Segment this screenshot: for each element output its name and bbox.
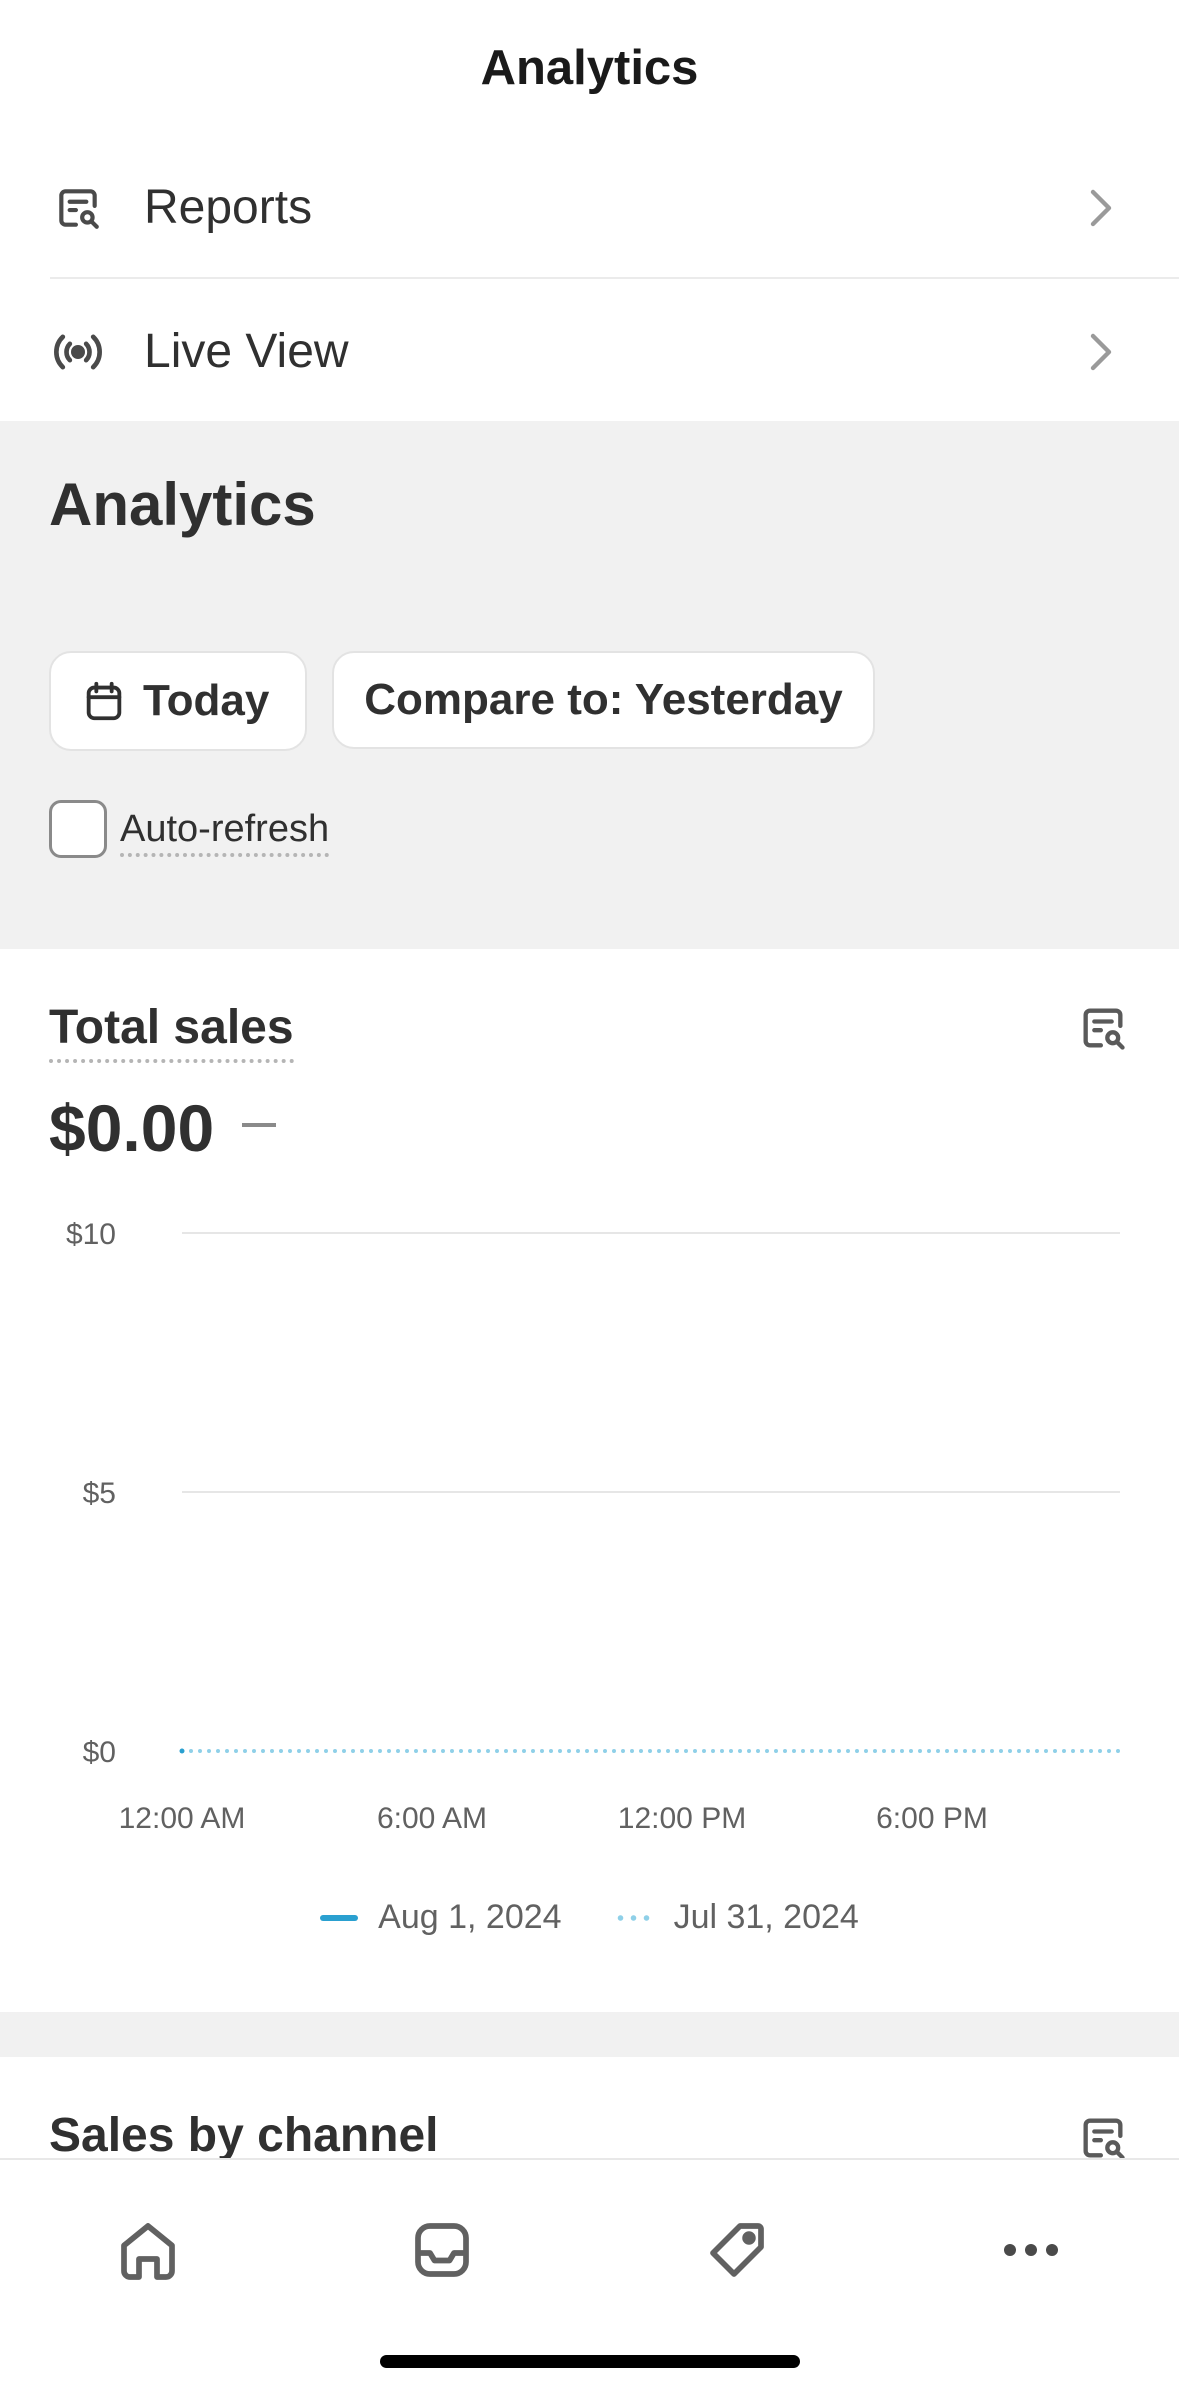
report-search-icon[interactable] [1077, 1002, 1129, 1054]
date-range-label: Today [143, 676, 270, 725]
legend-swatch-dotted [613, 1914, 654, 1921]
legend-swatch-solid [320, 1914, 359, 1921]
section-gap [0, 2012, 1179, 2057]
home-icon [121, 2223, 175, 2280]
nav-item-reports[interactable]: Reports [0, 135, 1179, 280]
x-tick-label: 12:00 AM [119, 1802, 246, 1835]
tab-more[interactable] [991, 2210, 1071, 2290]
home-indicator [380, 2355, 800, 2368]
report-search-icon[interactable] [1077, 2112, 1129, 2164]
page-header: Analytics [0, 0, 1179, 135]
tag-icon [710, 2223, 764, 2277]
tab-home[interactable] [108, 2210, 188, 2290]
y-tick-label: $0 [83, 1736, 116, 1769]
change-indicator [242, 1123, 276, 1127]
compare-label: Compare to: Yesterday [364, 675, 843, 724]
nav-item-live-view[interactable]: Live View [0, 279, 1179, 424]
total-sales-chart: $10 $5 $012:00 AM 6:00 AM 12:00 PM 6:00 PM [66, 1218, 1122, 1835]
y-tick-label: $5 [83, 1477, 116, 1510]
series-point-current [179, 1748, 185, 1754]
chart-legend: Aug 1, 2024 Jul 31, 2024 [0, 1898, 1179, 1937]
nav-item-label: Reports [144, 181, 313, 234]
chevron-right-icon [1090, 189, 1112, 226]
legend-item-previous: Jul 31, 2024 [613, 1898, 859, 1937]
more-icon [1004, 2244, 1058, 2256]
total-sales-value: $0.00 [49, 1091, 215, 1165]
total-sales-title[interactable]: Total sales [49, 1000, 294, 1063]
tab-products[interactable] [697, 2210, 777, 2290]
nav-item-label: Live View [144, 325, 349, 378]
broadcast-icon [50, 324, 106, 380]
legend-label: Aug 1, 2024 [378, 1898, 562, 1936]
sales-by-channel-title[interactable]: Sales by channel [49, 2108, 439, 2163]
report-search-icon [50, 180, 106, 236]
x-tick-label: 6:00 AM [377, 1802, 487, 1835]
auto-refresh-label[interactable]: Auto-refresh [120, 808, 330, 857]
legend-item-current: Aug 1, 2024 [320, 1898, 562, 1937]
y-tick-label: $10 [66, 1218, 116, 1251]
section-title: Analytics [49, 471, 316, 538]
legend-label: Jul 31, 2024 [673, 1898, 859, 1936]
inbox-icon [415, 2223, 469, 2277]
compare-button[interactable]: Compare to: Yesterday [332, 651, 875, 749]
x-tick-label: 12:00 PM [618, 1802, 746, 1835]
auto-refresh-checkbox[interactable] [49, 800, 107, 858]
tab-orders[interactable] [402, 2210, 482, 2290]
date-range-button[interactable]: Today [49, 651, 307, 751]
chevron-right-icon [1090, 333, 1112, 370]
x-tick-label: 6:00 PM [876, 1802, 988, 1835]
calendar-icon [86, 681, 122, 721]
header-title: Analytics [480, 40, 699, 95]
